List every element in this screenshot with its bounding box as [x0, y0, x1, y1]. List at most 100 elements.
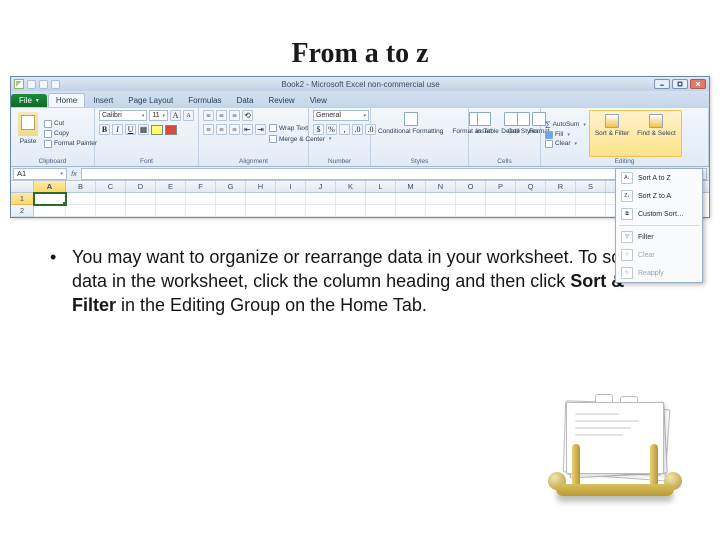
font-color-button[interactable] [165, 125, 177, 135]
cell[interactable] [276, 205, 306, 217]
column-header[interactable]: B [66, 181, 96, 192]
cell[interactable] [396, 205, 426, 217]
increase-decimal-button[interactable]: .0 [352, 124, 363, 135]
cell[interactable] [336, 193, 366, 205]
tab-data[interactable]: Data [230, 94, 261, 107]
column-header[interactable]: C [96, 181, 126, 192]
insert-cells-button[interactable]: Insert [473, 110, 495, 157]
copy-button[interactable]: Copy [44, 130, 97, 138]
cell[interactable] [546, 193, 576, 205]
column-header[interactable]: K [336, 181, 366, 192]
cell[interactable] [546, 205, 576, 217]
tab-page-layout[interactable]: Page Layout [121, 94, 180, 107]
select-all-corner[interactable] [11, 181, 34, 192]
fx-icon[interactable]: fx [67, 169, 81, 178]
menu-sort-az[interactable]: A↓Sort A to Z [616, 169, 702, 187]
cell[interactable] [576, 205, 606, 217]
cell[interactable] [216, 205, 246, 217]
column-header[interactable]: I [276, 181, 306, 192]
cell[interactable] [306, 193, 336, 205]
border-button[interactable]: ▦ [138, 124, 149, 135]
column-header[interactable]: S [576, 181, 606, 192]
cell[interactable] [126, 193, 156, 205]
cell[interactable] [156, 193, 186, 205]
clear-button[interactable]: Clear▾ [545, 140, 586, 148]
cell[interactable] [426, 193, 456, 205]
column-header[interactable]: N [426, 181, 456, 192]
cell[interactable] [126, 205, 156, 217]
name-box[interactable]: A1▾ [13, 168, 67, 180]
menu-filter[interactable]: ▽Filter [616, 228, 702, 246]
cell[interactable] [34, 205, 66, 217]
qat-save-icon[interactable] [27, 80, 36, 89]
cell[interactable] [96, 205, 126, 217]
sort-filter-button[interactable]: Sort & Filter [592, 112, 632, 155]
format-painter-button[interactable]: Format Painter [44, 140, 97, 148]
align-middle-button[interactable]: ≡ [216, 110, 227, 121]
window-restore-button[interactable] [672, 79, 688, 89]
cell[interactable] [486, 193, 516, 205]
autosum-button[interactable]: ΣAutoSum▾ [545, 120, 586, 130]
cell[interactable] [576, 193, 606, 205]
cell[interactable] [34, 193, 66, 205]
file-tab[interactable]: File▾ [11, 94, 47, 107]
cell[interactable] [156, 205, 186, 217]
tab-formulas[interactable]: Formulas [181, 94, 228, 107]
grow-font-button[interactable]: A [170, 110, 181, 121]
cell[interactable] [66, 205, 96, 217]
cell[interactable] [426, 205, 456, 217]
row-header[interactable]: 2 [11, 205, 34, 217]
bold-button[interactable]: B [99, 124, 110, 135]
cell[interactable] [456, 193, 486, 205]
align-right-button[interactable]: ≡ [229, 124, 240, 135]
column-header[interactable]: E [156, 181, 186, 192]
cut-button[interactable]: Cut [44, 120, 97, 128]
column-header[interactable]: O [456, 181, 486, 192]
column-header[interactable]: R [546, 181, 576, 192]
cell[interactable] [366, 205, 396, 217]
column-header[interactable]: D [126, 181, 156, 192]
column-header[interactable]: Q [516, 181, 546, 192]
formula-input[interactable] [81, 168, 707, 180]
qat-undo-icon[interactable] [39, 80, 48, 89]
font-size-combo[interactable]: 11▾ [149, 110, 168, 121]
cell[interactable] [96, 193, 126, 205]
cell[interactable] [336, 205, 366, 217]
italic-button[interactable]: I [112, 124, 123, 135]
percent-button[interactable]: % [326, 124, 337, 135]
column-header[interactable]: G [216, 181, 246, 192]
tab-view[interactable]: View [303, 94, 334, 107]
tab-insert[interactable]: Insert [86, 94, 120, 107]
window-minimize-button[interactable] [654, 79, 670, 89]
underline-button[interactable]: U [125, 124, 136, 135]
column-header[interactable]: P [486, 181, 516, 192]
shrink-font-button[interactable]: A [183, 110, 194, 121]
cell[interactable] [456, 205, 486, 217]
number-format-combo[interactable]: General▾ [313, 110, 369, 121]
cell[interactable] [366, 193, 396, 205]
menu-sort-za[interactable]: Z↓Sort Z to A [616, 187, 702, 205]
cell[interactable] [186, 193, 216, 205]
tab-home[interactable]: Home [48, 93, 85, 107]
tab-review[interactable]: Review [261, 94, 301, 107]
window-close-button[interactable] [690, 79, 706, 89]
column-header[interactable]: M [396, 181, 426, 192]
cell[interactable] [516, 193, 546, 205]
conditional-formatting-button[interactable]: Conditional Formatting [375, 110, 446, 157]
increase-indent-button[interactable]: ⇥ [255, 124, 266, 135]
font-name-combo[interactable]: Calibri▾ [99, 110, 147, 121]
align-left-button[interactable]: ≡ [203, 124, 214, 135]
cell[interactable] [306, 205, 336, 217]
cell[interactable] [276, 193, 306, 205]
align-center-button[interactable]: ≡ [216, 124, 227, 135]
cell[interactable] [246, 193, 276, 205]
column-header[interactable]: A [34, 181, 66, 192]
align-bottom-button[interactable]: ≡ [229, 110, 240, 121]
row-header[interactable]: 1 [11, 193, 34, 205]
align-top-button[interactable]: ≡ [203, 110, 214, 121]
accounting-button[interactable]: $ [313, 124, 324, 135]
column-header[interactable]: L [366, 181, 396, 192]
cell[interactable] [186, 205, 216, 217]
decrease-indent-button[interactable]: ⇤ [242, 124, 253, 135]
cell[interactable] [66, 193, 96, 205]
